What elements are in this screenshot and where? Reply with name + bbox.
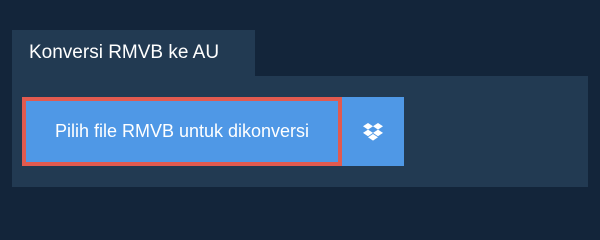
- dropbox-icon: [363, 122, 383, 141]
- dropbox-button[interactable]: [342, 97, 404, 166]
- tab-converter[interactable]: Konversi RMVB ke AU: [12, 30, 255, 76]
- choose-file-label: Pilih file RMVB untuk dikonversi: [54, 121, 310, 141]
- choose-file-button[interactable]: Pilih file RMVB untuk dikonversi: [22, 97, 342, 166]
- tab-title: Konversi RMVB ke AU: [29, 42, 220, 63]
